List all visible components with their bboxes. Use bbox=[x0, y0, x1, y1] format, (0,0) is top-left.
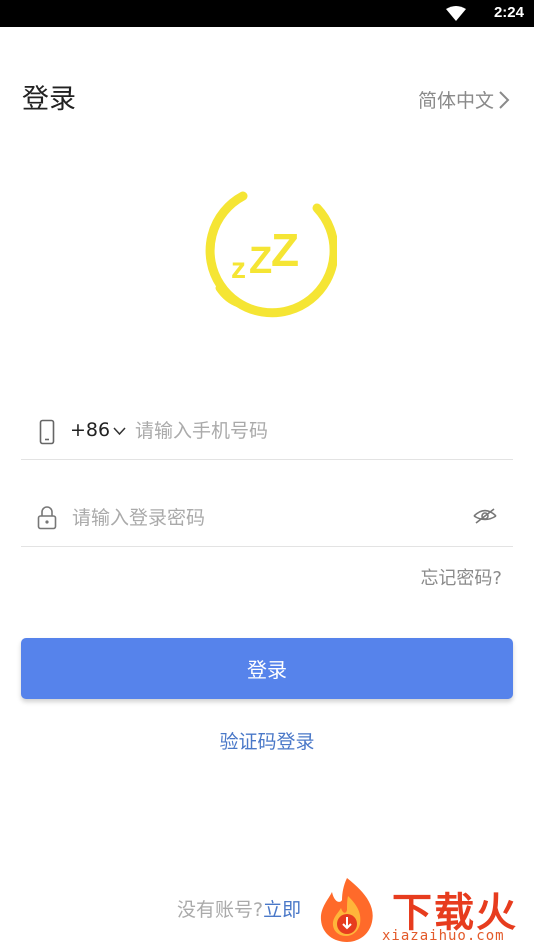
eye-off-icon[interactable] bbox=[472, 506, 498, 526]
password-input[interactable] bbox=[70, 500, 474, 536]
watermark-domain: xiazaihuo.com bbox=[382, 928, 505, 944]
lock-icon bbox=[37, 506, 57, 530]
forgot-password-link[interactable]: 忘记密码? bbox=[420, 564, 502, 590]
svg-text:Z: Z bbox=[271, 224, 299, 276]
code-login-link[interactable]: 验证码登录 bbox=[0, 727, 534, 754]
country-code-label: +86 bbox=[70, 419, 111, 441]
language-selector[interactable]: 简体中文 bbox=[418, 86, 510, 113]
flame-icon bbox=[320, 878, 373, 942]
phone-icon bbox=[39, 419, 55, 445]
login-button[interactable]: 登录 bbox=[21, 638, 513, 699]
chevron-right-icon bbox=[499, 90, 510, 109]
watermark-logo: 下载火 xiazaihuo.com bbox=[312, 872, 534, 949]
svg-text:z: z bbox=[231, 252, 246, 285]
svg-text:Z: Z bbox=[249, 240, 272, 282]
wifi-icon bbox=[446, 6, 466, 21]
country-code-selector[interactable]: +86 bbox=[70, 419, 126, 441]
sleep-logo-icon: z Z Z bbox=[205, 191, 337, 318]
phone-input[interactable] bbox=[133, 413, 497, 449]
register-prompt: 没有账号?立即 bbox=[177, 895, 301, 922]
register-link[interactable]: 立即 bbox=[263, 899, 301, 921]
status-bar: 2:24 bbox=[0, 0, 534, 27]
chevron-down-icon bbox=[113, 426, 126, 435]
register-prompt-text: 没有账号? bbox=[177, 899, 264, 921]
language-label: 简体中文 bbox=[417, 90, 494, 112]
password-field-row bbox=[21, 488, 513, 547]
status-time: 2:24 bbox=[493, 4, 524, 21]
phone-field-row: +86 bbox=[21, 401, 513, 460]
page-title: 登录 bbox=[22, 84, 76, 115]
